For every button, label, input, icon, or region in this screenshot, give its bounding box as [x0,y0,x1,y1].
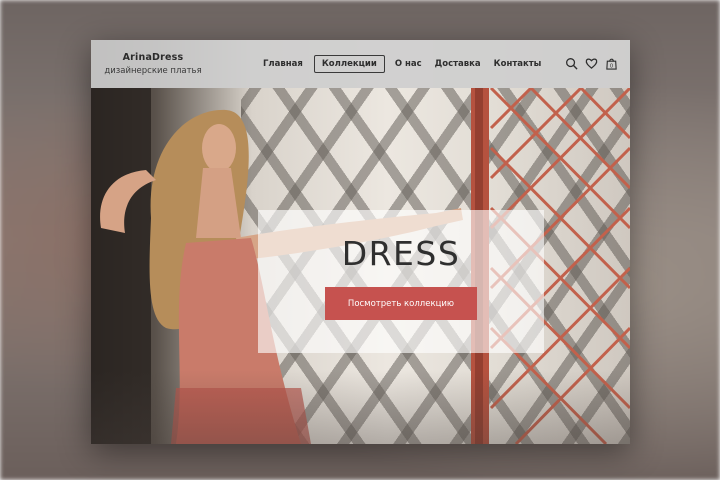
nav-item-collections[interactable]: Коллекции [313,55,385,73]
search-icon[interactable] [565,57,578,70]
brand-tagline: дизайнерские платья [104,66,202,76]
header-icons: 0 [565,57,618,70]
shopping-bag-icon[interactable]: 0 [605,57,618,70]
view-collection-button[interactable]: Посмотреть коллекцию [325,287,477,320]
heart-icon[interactable] [585,57,598,70]
brand-name: ArinaDress [122,52,184,63]
main-navigation: Главная Коллекции О нас Доставка Контакт… [257,55,548,73]
hero-title: DRESS [341,234,461,273]
hero-promo-card: DRESS Посмотреть коллекцию [258,210,544,353]
site-header: ArinaDress дизайнерские платья Главная К… [91,40,630,88]
nav-item-delivery[interactable]: Доставка [429,55,487,73]
nav-item-home[interactable]: Главная [257,55,309,73]
nav-item-contacts[interactable]: Контакты [488,55,548,73]
cart-count: 0 [610,64,613,70]
nav-item-about[interactable]: О нас [389,55,428,73]
hero-floor-shadow [91,370,630,444]
website-mockup: ArinaDress дизайнерские платья Главная К… [91,40,630,444]
brand-logo[interactable]: ArinaDress дизайнерские платья [91,52,215,76]
